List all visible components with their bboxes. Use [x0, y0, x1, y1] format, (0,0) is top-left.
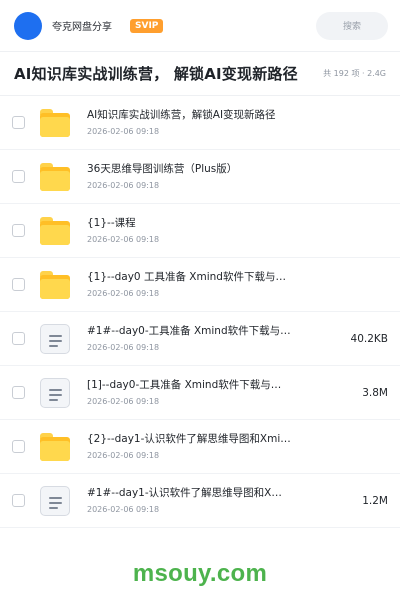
folder-icon	[40, 432, 70, 462]
file-text: {2}--day1-认识软件了解思维导图和Xmind 2026-02-06 09…	[87, 432, 330, 461]
row-checkbox[interactable]	[12, 116, 25, 129]
document-line	[49, 339, 62, 342]
file-date: 2026-02-06 09:18	[87, 127, 160, 136]
document-line	[49, 344, 58, 347]
file-row[interactable]: {2}--day1-认识软件了解思维导图和Xmind 2026-02-06 09…	[0, 420, 400, 474]
file-size: 1.2M	[362, 494, 388, 507]
file-date: 2026-02-06 09:18	[87, 289, 160, 298]
file-name: #1#--day1-认识软件了解思维导图和Xmin…	[87, 487, 292, 499]
file-name: {1}--day0 工具准备 Xmind软件下载与…	[87, 271, 286, 283]
row-checkbox[interactable]	[12, 278, 25, 291]
file-count-size: 共 192 项 · 2.4G	[323, 69, 386, 78]
folder-icon	[40, 270, 70, 300]
document-line	[49, 398, 58, 401]
file-row[interactable]: AI知识库实战训练营，解锁AI变现新路径 2026-02-06 09:18	[0, 96, 400, 150]
top-header: 夸克网盘分享 SVIP 搜索	[0, 0, 400, 52]
row-checkbox[interactable]	[12, 440, 25, 453]
folder-front	[40, 116, 70, 137]
folder-icon-shape	[40, 432, 70, 461]
folder-icon-shape	[40, 216, 70, 245]
file-row[interactable]: #1#--day1-认识软件了解思维导图和Xmin… 2026-02-06 09…	[0, 474, 400, 528]
file-list: AI知识库实战训练营，解锁AI变现新路径 2026-02-06 09:18 36…	[0, 96, 400, 546]
file-size: 3.8M	[362, 386, 388, 399]
file-date: 2026-02-06 09:18	[87, 343, 160, 352]
document-icon-shape	[40, 485, 70, 516]
folder-front	[40, 224, 70, 245]
file-text: {1}--课程 2026-02-06 09:18	[87, 216, 330, 245]
document-icon-shape	[40, 377, 70, 408]
document-line	[49, 506, 58, 509]
file-name: {1}--课程	[87, 217, 136, 229]
file-date: 2026-02-06 09:18	[87, 505, 160, 514]
file-date: 2026-02-06 09:18	[87, 235, 160, 244]
file-name: #1#--day0-工具准备 Xmind软件下载与…	[87, 325, 291, 337]
document-icon	[40, 323, 70, 354]
file-size: 40.2KB	[350, 332, 388, 345]
file-text: #1#--day1-认识软件了解思维导图和Xmin… 2026-02-06 09…	[87, 486, 330, 515]
file-row[interactable]: #1#--day0-工具准备 Xmind软件下载与… 2026-02-06 09…	[0, 312, 400, 366]
folder-icon-shape	[40, 162, 70, 191]
folder-icon-shape	[40, 108, 70, 137]
file-text: 36天思维导图训练营（Plus版） 2026-02-06 09:18	[87, 162, 330, 191]
folder-front	[40, 440, 70, 461]
file-text: [1]--day0-工具准备 Xmind软件下载与… 2026-02-06 09…	[87, 378, 330, 407]
file-text: AI知识库实战训练营，解锁AI变现新路径 2026-02-06 09:18	[87, 108, 330, 137]
file-name: 36天思维导图训练营（Plus版）	[87, 163, 238, 175]
document-icon	[40, 485, 70, 516]
file-name: AI知识库实战训练营，解锁AI变现新路径	[87, 109, 276, 121]
title-row: AI知识库实战训练营， 解锁AI变现新路径 共 192 项 · 2.4G	[0, 52, 400, 96]
share-owner-name: 夸克网盘分享	[52, 22, 112, 33]
file-row[interactable]: 36天思维导图训练营（Plus版） 2026-02-06 09:18	[0, 150, 400, 204]
file-date: 2026-02-06 09:18	[87, 181, 160, 190]
document-line	[49, 393, 62, 396]
folder-icon-shape	[40, 270, 70, 299]
row-checkbox[interactable]	[12, 332, 25, 345]
file-row[interactable]: [1]--day0-工具准备 Xmind软件下载与… 2026-02-06 09…	[0, 366, 400, 420]
file-share-page: 夸克网盘分享 SVIP 搜索 AI知识库实战训练营， 解锁AI变现新路径 共 1…	[0, 0, 400, 600]
document-line	[49, 334, 62, 337]
file-row[interactable]: {1}--课程 2026-02-06 09:18	[0, 204, 400, 258]
file-text: #1#--day0-工具准备 Xmind软件下载与… 2026-02-06 09…	[87, 324, 330, 353]
row-checkbox[interactable]	[12, 170, 25, 183]
folder-front	[40, 278, 70, 299]
file-name: [1]--day0-工具准备 Xmind软件下载与…	[87, 379, 282, 391]
row-checkbox[interactable]	[12, 494, 25, 507]
avatar[interactable]	[14, 11, 42, 40]
search-button[interactable]: 搜索	[316, 11, 388, 40]
row-checkbox[interactable]	[12, 224, 25, 237]
document-line	[49, 496, 62, 499]
row-checkbox[interactable]	[12, 386, 25, 399]
watermark: msouy.com	[132, 560, 268, 587]
file-text: {1}--day0 工具准备 Xmind软件下载与… 2026-02-06 09…	[87, 270, 330, 299]
document-icon	[40, 377, 70, 408]
folder-icon	[40, 162, 70, 192]
folder-icon	[40, 108, 70, 138]
document-line	[49, 388, 62, 391]
folder-icon	[40, 216, 70, 246]
svip-badge: SVIP	[130, 18, 164, 33]
document-icon-shape	[40, 323, 70, 354]
folder-front	[40, 170, 70, 191]
file-name: {2}--day1-认识软件了解思维导图和Xmind	[87, 433, 292, 445]
file-date: 2026-02-06 09:18	[87, 397, 160, 406]
document-line	[49, 501, 62, 504]
file-row[interactable]: {1}--day0 工具准备 Xmind软件下载与… 2026-02-06 09…	[0, 258, 400, 312]
page-title: AI知识库实战训练营， 解锁AI变现新路径	[14, 65, 298, 83]
file-date: 2026-02-06 09:18	[87, 451, 160, 460]
